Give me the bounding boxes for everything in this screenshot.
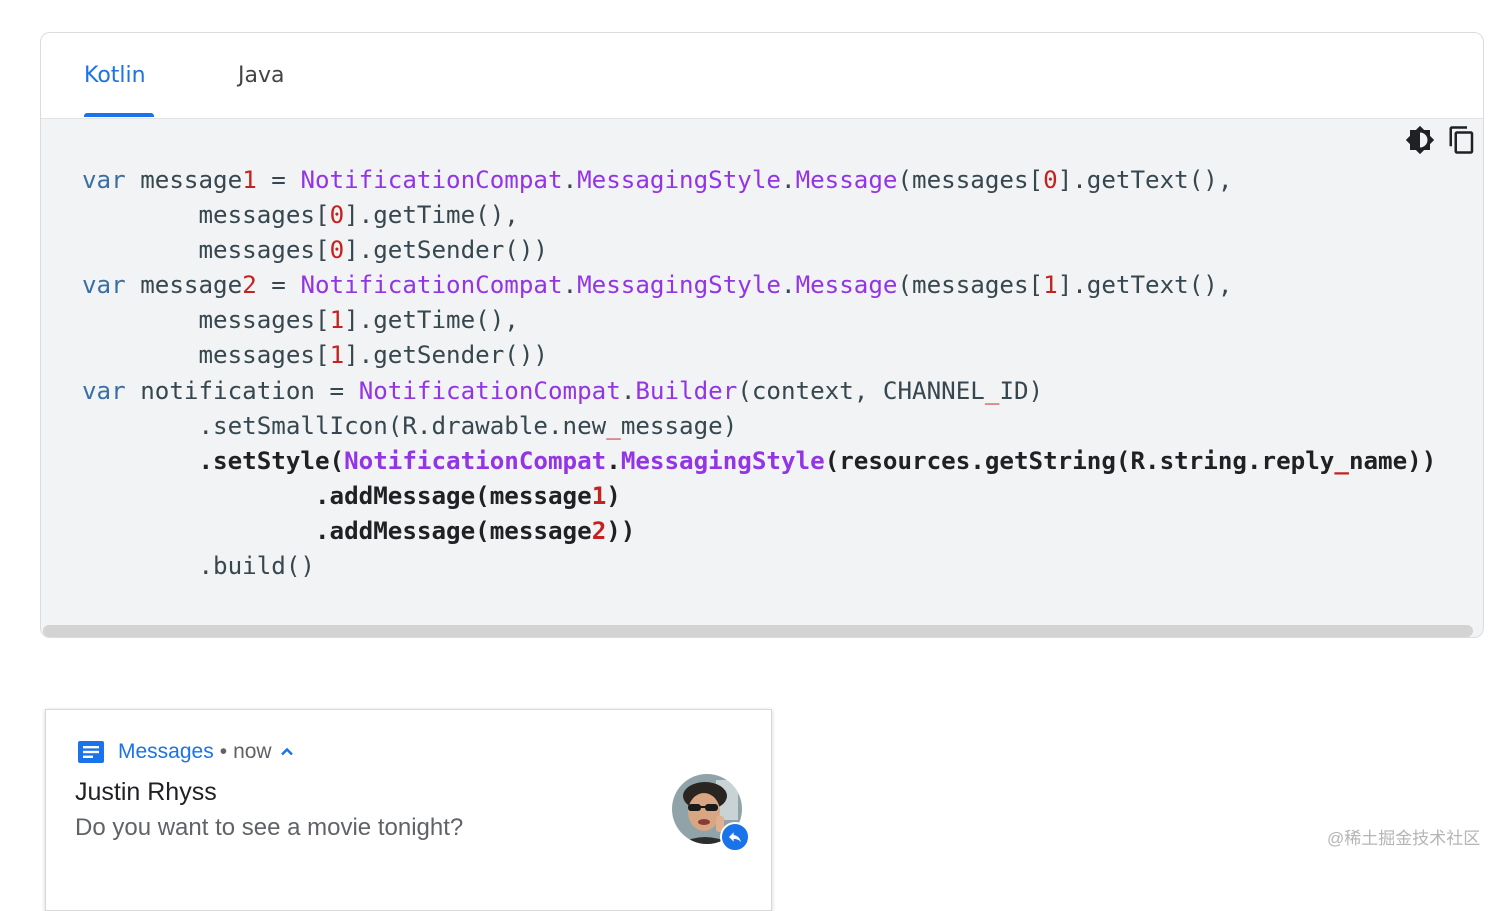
code-line: .addMessage(message2))	[82, 516, 636, 545]
code-line: var message1 = NotificationCompat.Messag…	[82, 166, 1233, 194]
code-line: .setStyle(NotificationCompat.MessagingSt…	[82, 446, 1437, 475]
tab-java[interactable]: Java	[238, 63, 284, 88]
tab-kotlin[interactable]: Kotlin	[84, 63, 146, 88]
chevron-up-icon[interactable]	[280, 745, 294, 759]
code-line: messages[1].getTime(),	[82, 306, 519, 335]
code-line: .build()	[82, 552, 315, 581]
horizontal-scrollbar[interactable]	[43, 625, 1473, 637]
code-block: var message1 = NotificationCompat.Messag…	[41, 119, 1483, 621]
code-sample-card: Kotlin Java var message1 = NotificationC…	[40, 32, 1484, 638]
code-line: .setSmallIcon(R.drawable.new_message)	[82, 411, 738, 440]
reply-icon[interactable]	[720, 822, 750, 852]
notification-card[interactable]: Messages • now Justin Rhyss Do you want …	[45, 709, 772, 911]
app-name: Messages	[118, 740, 214, 763]
notification-sender: Justin Rhyss	[75, 778, 217, 806]
language-tabs: Kotlin Java	[41, 33, 1483, 119]
watermark: @稀土掘金技术社区	[1327, 829, 1481, 848]
code-line: messages[0].getSender())	[82, 236, 548, 265]
brightness-icon[interactable]	[1405, 125, 1435, 155]
code-line: var notification = NotificationCompat.Bu…	[82, 376, 1044, 405]
code-line: messages[1].getSender())	[82, 341, 548, 370]
header-separator: •	[219, 740, 228, 763]
active-tab-indicator	[84, 113, 154, 117]
messages-icon	[78, 741, 104, 763]
code-line: .addMessage(message1)	[82, 481, 621, 510]
notification-message: Do you want to see a movie tonight?	[75, 814, 464, 841]
notification-header: Messages • now	[118, 740, 294, 764]
code-line: messages[0].getTime(),	[82, 201, 519, 230]
code-line: var message2 = NotificationCompat.Messag…	[82, 271, 1233, 300]
code-listing[interactable]: var message1 = NotificationCompat.Messag…	[82, 163, 1436, 584]
notification-time: now	[233, 740, 272, 763]
copy-icon[interactable]	[1447, 125, 1477, 155]
